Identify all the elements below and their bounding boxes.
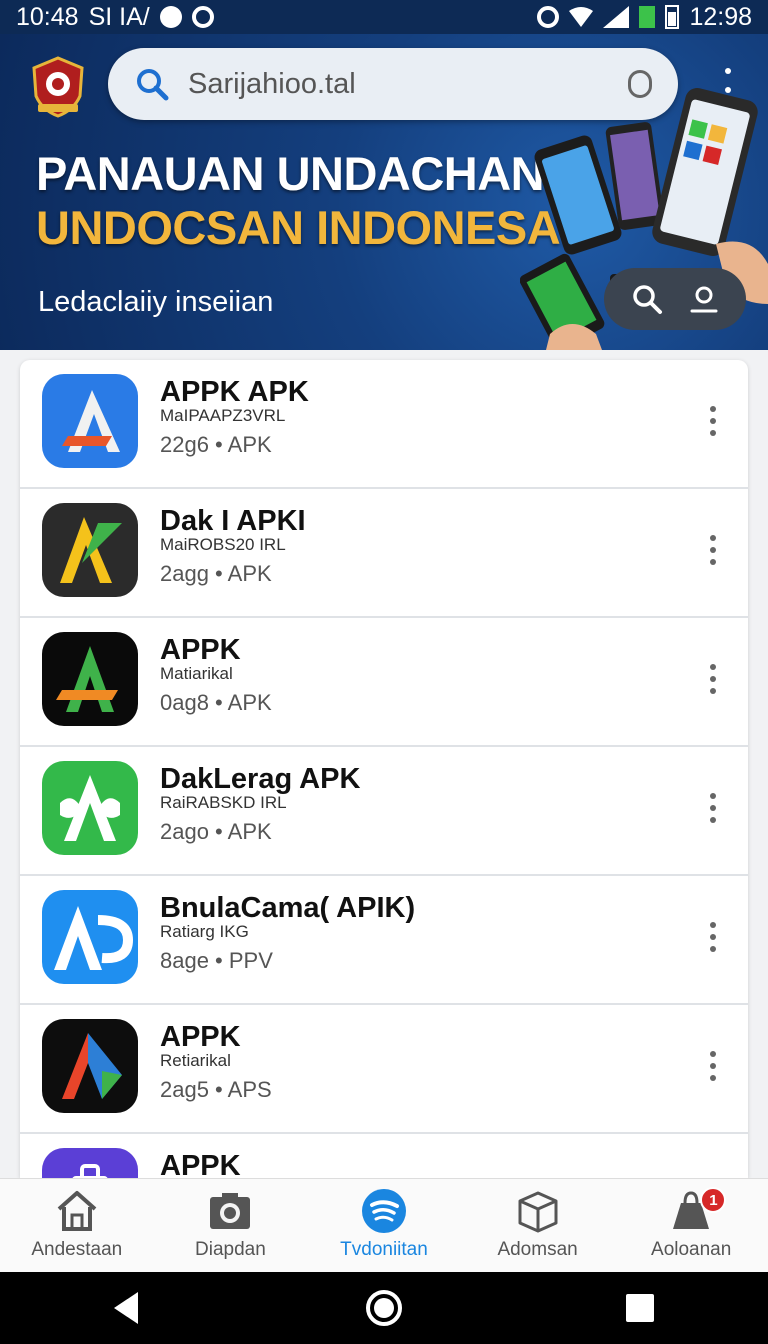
app-icon: [42, 1019, 138, 1113]
bottom-navigation: Andestaan Diapdan Tvdoniitan Adomsan 1 A…: [0, 1178, 768, 1272]
app-icon: [42, 890, 138, 984]
alarm-icon: [191, 6, 214, 28]
app-meta: 22g6 • APK: [160, 432, 272, 457]
back-icon[interactable]: [108, 1288, 148, 1328]
chat-icon: [159, 6, 182, 28]
item-overflow-menu-icon[interactable]: [708, 535, 718, 565]
status-time-right: 12:98: [689, 2, 752, 31]
banner-subtitle: Ledaclaiiy inseiian: [38, 286, 274, 318]
nav-label: Adomsan: [497, 1239, 578, 1260]
profile-icon[interactable]: [688, 283, 720, 315]
list-item[interactable]: Dak I APKI MaiROBS20 IRL 2agg • APK: [20, 489, 748, 618]
app-developer: Ratiarg IKG: [160, 922, 249, 941]
header-banner: Sarijahioo.tal PANAUAN UNDACHAN UNDOCSAN…: [0, 34, 768, 350]
app-icon: [42, 503, 138, 597]
wifi-icon: [569, 7, 594, 27]
app-name: BnulaCama( APIK): [160, 892, 416, 924]
app-name: DakLerag APK: [160, 763, 361, 795]
app-meta: 8age • PPV: [160, 948, 273, 973]
app-name: APPK: [160, 634, 241, 666]
item-overflow-menu-icon[interactable]: [708, 406, 718, 436]
app-icon: [42, 1148, 138, 1178]
item-overflow-menu-icon[interactable]: [708, 1051, 718, 1081]
app-meta: 2ago • APK: [160, 819, 272, 844]
nav-label: Diapdan: [195, 1239, 266, 1260]
app-meta: 0ag8 • APK: [160, 690, 272, 715]
spotify-icon: [361, 1189, 406, 1233]
app-icon: [42, 632, 138, 726]
search-icon: [137, 69, 169, 101]
home-button-icon[interactable]: [364, 1288, 404, 1328]
camera-icon: [210, 1193, 251, 1229]
nav-label: Andestaan: [31, 1239, 123, 1260]
status-carrier: SI IA/: [88, 2, 150, 31]
status-bar: 10:48 SI IA/ 12:98: [0, 0, 768, 34]
app-name: APPK APK: [160, 376, 309, 408]
box-icon: [518, 1191, 558, 1233]
nav-item-diapdan[interactable]: Diapdan: [154, 1179, 308, 1273]
app-developer: Matiarikal: [160, 664, 233, 683]
list-item[interactable]: APPK Matiarikal 0ag8 • APK: [20, 618, 748, 747]
app-list: APPK APK MaIPAAPZ3VRL 22g6 • APK Dak I A…: [20, 360, 748, 1178]
list-item[interactable]: APPK Retiarikal 2ag5 • APS: [20, 1005, 748, 1134]
app-meta: 2agg • APK: [160, 561, 272, 586]
list-item[interactable]: APPK APK MaIPAAPZ3VRL 22g6 • APK: [20, 360, 748, 489]
search-icon[interactable]: [631, 283, 663, 315]
nav-item-adomsan[interactable]: Adomsan: [461, 1179, 615, 1273]
system-navigation-bar: [0, 1272, 768, 1344]
home-icon: [57, 1191, 97, 1231]
item-overflow-menu-icon[interactable]: [708, 664, 718, 694]
sync-icon: [537, 6, 560, 28]
app-developer: Retiarikal: [160, 1051, 231, 1070]
item-overflow-menu-icon[interactable]: [708, 922, 718, 952]
notification-badge: 1: [700, 1187, 727, 1213]
app-icon: [42, 761, 138, 855]
signal-icon: [603, 6, 630, 28]
recents-icon[interactable]: [620, 1288, 660, 1328]
search-input[interactable]: Sarijahioo.tal: [188, 68, 356, 101]
nav-item-tvdoniitan[interactable]: Tvdoniitan: [307, 1179, 461, 1273]
list-item[interactable]: DakLerag APK RaiRABSKD IRL 2ago • APK: [20, 747, 748, 876]
app-developer: RaiRABSKD IRL: [160, 793, 287, 812]
nav-label: Aoloanan: [651, 1239, 732, 1260]
app-name: APPK: [160, 1021, 241, 1053]
list-item[interactable]: APPK: [20, 1134, 748, 1178]
status-time-left: 10:48: [16, 2, 79, 31]
app-developer: MaIPAAPZ3VRL: [160, 406, 286, 425]
app-name: Dak I APKI: [160, 505, 306, 537]
header-action-pill: [604, 268, 746, 330]
brand-logo[interactable]: [30, 56, 86, 118]
nav-item-andestaan[interactable]: Andestaan: [0, 1179, 154, 1273]
app-name: APPK: [160, 1150, 241, 1178]
nav-label: Tvdoniitan: [340, 1239, 428, 1260]
battery-icon: [665, 5, 680, 29]
app-developer: MaiROBS20 IRL: [160, 535, 286, 554]
battery-saver-icon: [639, 6, 656, 28]
banner-title-line2: UNDOCSAN INDONESAI: [36, 201, 573, 254]
item-overflow-menu-icon[interactable]: [708, 793, 718, 823]
nav-item-aoloanan[interactable]: 1 Aoloanan: [614, 1179, 768, 1273]
banner-title-line1: PANAUAN UNDACHAN: [36, 147, 545, 200]
app-meta: 2ag5 • APS: [160, 1077, 272, 1102]
list-item[interactable]: BnulaCama( APIK) Ratiarg IKG 8age • PPV: [20, 876, 748, 1005]
app-icon: [42, 374, 138, 468]
